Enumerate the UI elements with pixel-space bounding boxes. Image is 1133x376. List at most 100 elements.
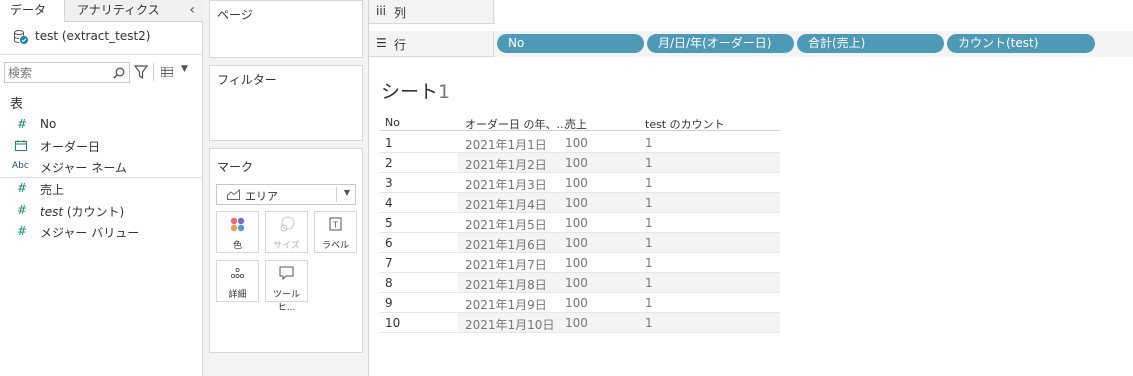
cell-no[interactable]: 5 xyxy=(385,216,393,230)
table-row[interactable]: 1 2021年1月1日 100 1 xyxy=(380,133,780,153)
rows-drop-zone[interactable]: No 月/日/年(オーダー日) 合計(売上) カウント(test) xyxy=(495,31,1133,57)
divider xyxy=(336,187,337,202)
cell-test-count[interactable]: 1 xyxy=(645,196,653,210)
columns-shelf-title: 列 xyxy=(394,6,407,20)
column-header[interactable]: 売上 xyxy=(565,116,587,132)
column-header[interactable]: No xyxy=(385,116,400,129)
cell-no[interactable]: 4 xyxy=(385,196,393,210)
cell-sales[interactable]: 100 xyxy=(565,176,588,190)
table-section-title: 表 xyxy=(10,97,24,112)
rows-pill-no[interactable]: No xyxy=(497,34,644,53)
cell-no[interactable]: 2 xyxy=(385,156,393,170)
color-button[interactable]: 色 xyxy=(216,211,259,253)
cell-no[interactable]: 7 xyxy=(385,256,393,270)
table-row[interactable]: 10 2021年1月10日 100 1 xyxy=(380,313,780,333)
cell-test-count[interactable]: 1 xyxy=(645,216,653,230)
cell-test-count[interactable]: 1 xyxy=(645,276,653,290)
list-view-icon[interactable] xyxy=(161,67,173,77)
area-chart-icon xyxy=(227,189,240,200)
table-row[interactable]: 3 2021年1月3日 100 1 xyxy=(380,173,780,193)
chevron-down-icon[interactable]: ▼ xyxy=(181,64,188,74)
number-icon: # xyxy=(16,224,28,238)
sheet-title-text: シート xyxy=(381,81,439,103)
pane-tabs: データ アナリティクス ‹ xyxy=(0,0,203,22)
cell-order-date[interactable]: 2021年1月5日 xyxy=(465,216,547,233)
cell-test-count[interactable]: 1 xyxy=(645,176,653,190)
cell-order-date[interactable]: 2021年1月1日 xyxy=(465,136,547,153)
field-item-no[interactable]: # No xyxy=(0,114,202,135)
tooltip-button-label: ツールヒ... xyxy=(272,290,300,313)
pages-card[interactable]: ページ xyxy=(209,0,363,58)
cell-test-count[interactable]: 1 xyxy=(645,136,653,150)
table-row[interactable]: 8 2021年1月8日 100 1 xyxy=(380,273,780,293)
search-field-box[interactable] xyxy=(4,62,130,83)
search-input[interactable] xyxy=(8,65,108,80)
rows-shelf-label: ☰ 行 xyxy=(369,31,494,57)
cell-order-date[interactable]: 2021年1月10日 xyxy=(465,316,554,333)
cell-no[interactable]: 9 xyxy=(385,296,393,310)
size-icon xyxy=(280,216,295,232)
cell-no[interactable]: 1 xyxy=(385,136,393,150)
rows-pill-sum-sales[interactable]: 合計(売上) xyxy=(797,34,944,53)
size-button[interactable]: サイズ xyxy=(265,211,308,253)
cell-order-date[interactable]: 2021年1月6日 xyxy=(465,236,547,253)
field-item-sales[interactable]: # 売上 xyxy=(0,178,202,199)
cell-test-count[interactable]: 1 xyxy=(645,156,653,170)
cell-sales[interactable]: 100 xyxy=(565,236,588,250)
field-item-measure-values[interactable]: # メジャー バリュー xyxy=(0,221,202,242)
cell-test-count[interactable]: 1 xyxy=(645,316,653,330)
field-label: No xyxy=(40,117,57,131)
cell-order-date[interactable]: 2021年1月4日 xyxy=(465,196,547,213)
filters-card[interactable]: フィルター xyxy=(209,65,363,141)
cell-sales[interactable]: 100 xyxy=(565,136,588,150)
mark-type-value: エリア xyxy=(245,190,278,203)
datasource-row[interactable]: test (extract_test2) xyxy=(0,26,202,52)
field-label: 売上 xyxy=(40,183,65,197)
table-row[interactable]: 2 2021年1月2日 100 1 xyxy=(380,153,780,173)
table-row[interactable]: 4 2021年1月4日 100 1 xyxy=(380,193,780,213)
cell-order-date[interactable]: 2021年1月3日 xyxy=(465,176,547,193)
cell-test-count[interactable]: 1 xyxy=(645,236,653,250)
cell-sales[interactable]: 100 xyxy=(565,216,588,230)
sheet-title: シート1 xyxy=(381,77,450,104)
field-item-test-count[interactable]: # test (カウント) xyxy=(0,200,202,221)
columns-drop-zone[interactable] xyxy=(495,0,1133,24)
cell-sales[interactable]: 100 xyxy=(565,256,588,270)
field-item-measure-names[interactable]: Abc メジャー ネーム xyxy=(0,156,202,177)
cell-order-date[interactable]: 2021年1月9日 xyxy=(465,296,547,313)
cell-order-date[interactable]: 2021年1月2日 xyxy=(465,156,547,173)
rows-pill-order-date[interactable]: 月/日/年(オーダー日) xyxy=(647,34,794,53)
cell-no[interactable]: 8 xyxy=(385,276,393,290)
tooltip-button[interactable]: ツールヒ... xyxy=(265,260,308,313)
sheet-title-number: 1 xyxy=(438,81,451,103)
table-row[interactable]: 5 2021年1月5日 100 1 xyxy=(380,213,780,233)
cell-sales[interactable]: 100 xyxy=(565,296,588,310)
cell-order-date[interactable]: 2021年1月8日 xyxy=(465,276,547,293)
cell-no[interactable]: 10 xyxy=(385,316,400,330)
cell-no[interactable]: 6 xyxy=(385,236,393,250)
cell-sales[interactable]: 100 xyxy=(565,156,588,170)
filter-icon[interactable] xyxy=(134,64,148,80)
tab-data[interactable]: データ xyxy=(0,0,65,22)
calendar-icon xyxy=(15,140,27,151)
cell-sales[interactable]: 100 xyxy=(565,196,588,210)
cell-no[interactable]: 3 xyxy=(385,176,393,190)
detail-button[interactable]: 詳細 xyxy=(216,260,259,302)
column-header[interactable]: test のカウント xyxy=(645,116,725,132)
collapse-pane-icon[interactable]: ‹ xyxy=(189,0,195,20)
rows-pill-count-test[interactable]: カウント(test) xyxy=(947,34,1095,53)
cell-test-count[interactable]: 1 xyxy=(645,256,653,270)
cell-sales[interactable]: 100 xyxy=(565,276,588,290)
cell-order-date[interactable]: 2021年1月7日 xyxy=(465,256,547,273)
field-item-order-date[interactable]: オーダー日 xyxy=(0,135,202,156)
mark-type-dropdown[interactable]: エリア ▼ xyxy=(216,184,356,205)
column-header[interactable]: オーダー日 の年、... xyxy=(465,116,567,132)
cell-sales[interactable]: 100 xyxy=(565,316,588,330)
table-row[interactable]: 7 2021年1月7日 100 1 xyxy=(380,253,780,273)
rows-shelf-title: 行 xyxy=(394,38,407,52)
table-row[interactable]: 9 2021年1月9日 100 1 xyxy=(380,293,780,313)
tab-analytics[interactable]: アナリティクス xyxy=(65,0,203,22)
table-row[interactable]: 6 2021年1月6日 100 1 xyxy=(380,233,780,253)
label-button[interactable]: T ラベル xyxy=(314,211,357,253)
cell-test-count[interactable]: 1 xyxy=(645,296,653,310)
